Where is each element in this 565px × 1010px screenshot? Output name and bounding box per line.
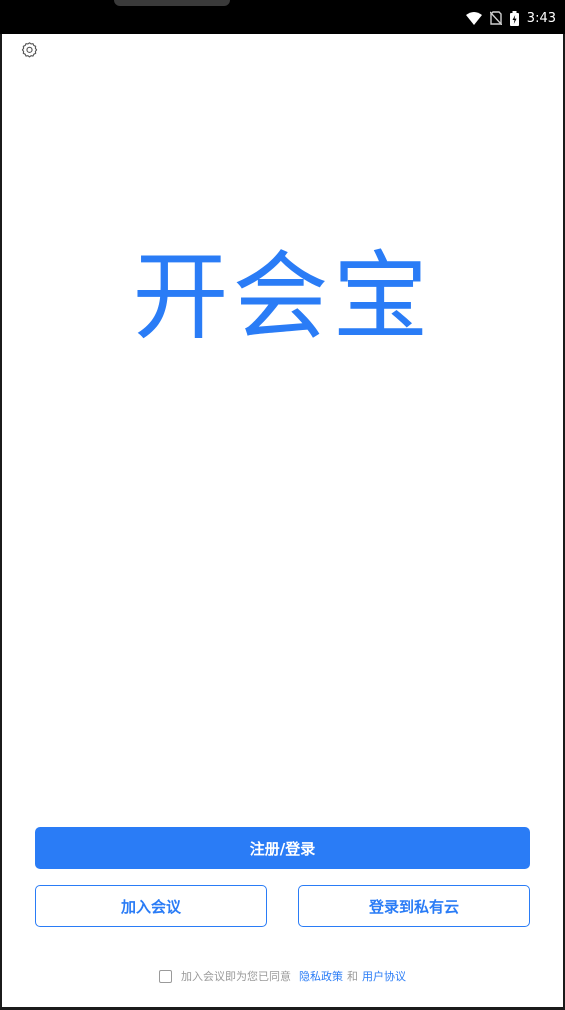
- battery-charging-icon: [509, 10, 519, 26]
- status-icons: 3:43: [465, 9, 556, 27]
- no-sim-icon: [489, 11, 502, 25]
- status-bar: 3:43: [0, 0, 565, 34]
- agreement-conjunction: 和: [347, 970, 358, 983]
- app-logo: 开会宝: [132, 241, 433, 353]
- wifi-icon: [465, 11, 482, 25]
- settings-button[interactable]: [18, 40, 40, 62]
- privacy-policy-link[interactable]: 隐私政策: [299, 968, 343, 984]
- agreement-checkbox[interactable]: [159, 969, 172, 983]
- join-meeting-button[interactable]: 加入会议: [35, 885, 267, 927]
- private-cloud-login-button[interactable]: 登录到私有云: [298, 885, 530, 927]
- app-screen: 开会宝 注册/登录 加入会议 登录到私有云 加入会议即为您已同意 隐私政策 和 …: [2, 34, 563, 1007]
- register-login-button[interactable]: 注册/登录: [35, 827, 530, 869]
- status-time: 3:43: [526, 10, 556, 26]
- agreement-text: 加入会议即为您已同意: [181, 970, 291, 983]
- user-agreement-link[interactable]: 用户协议: [362, 968, 406, 984]
- agreement-row: 加入会议即为您已同意 隐私政策 和 用户协议: [2, 967, 563, 985]
- camera-notch: [114, 0, 230, 6]
- gear-icon: [21, 41, 38, 62]
